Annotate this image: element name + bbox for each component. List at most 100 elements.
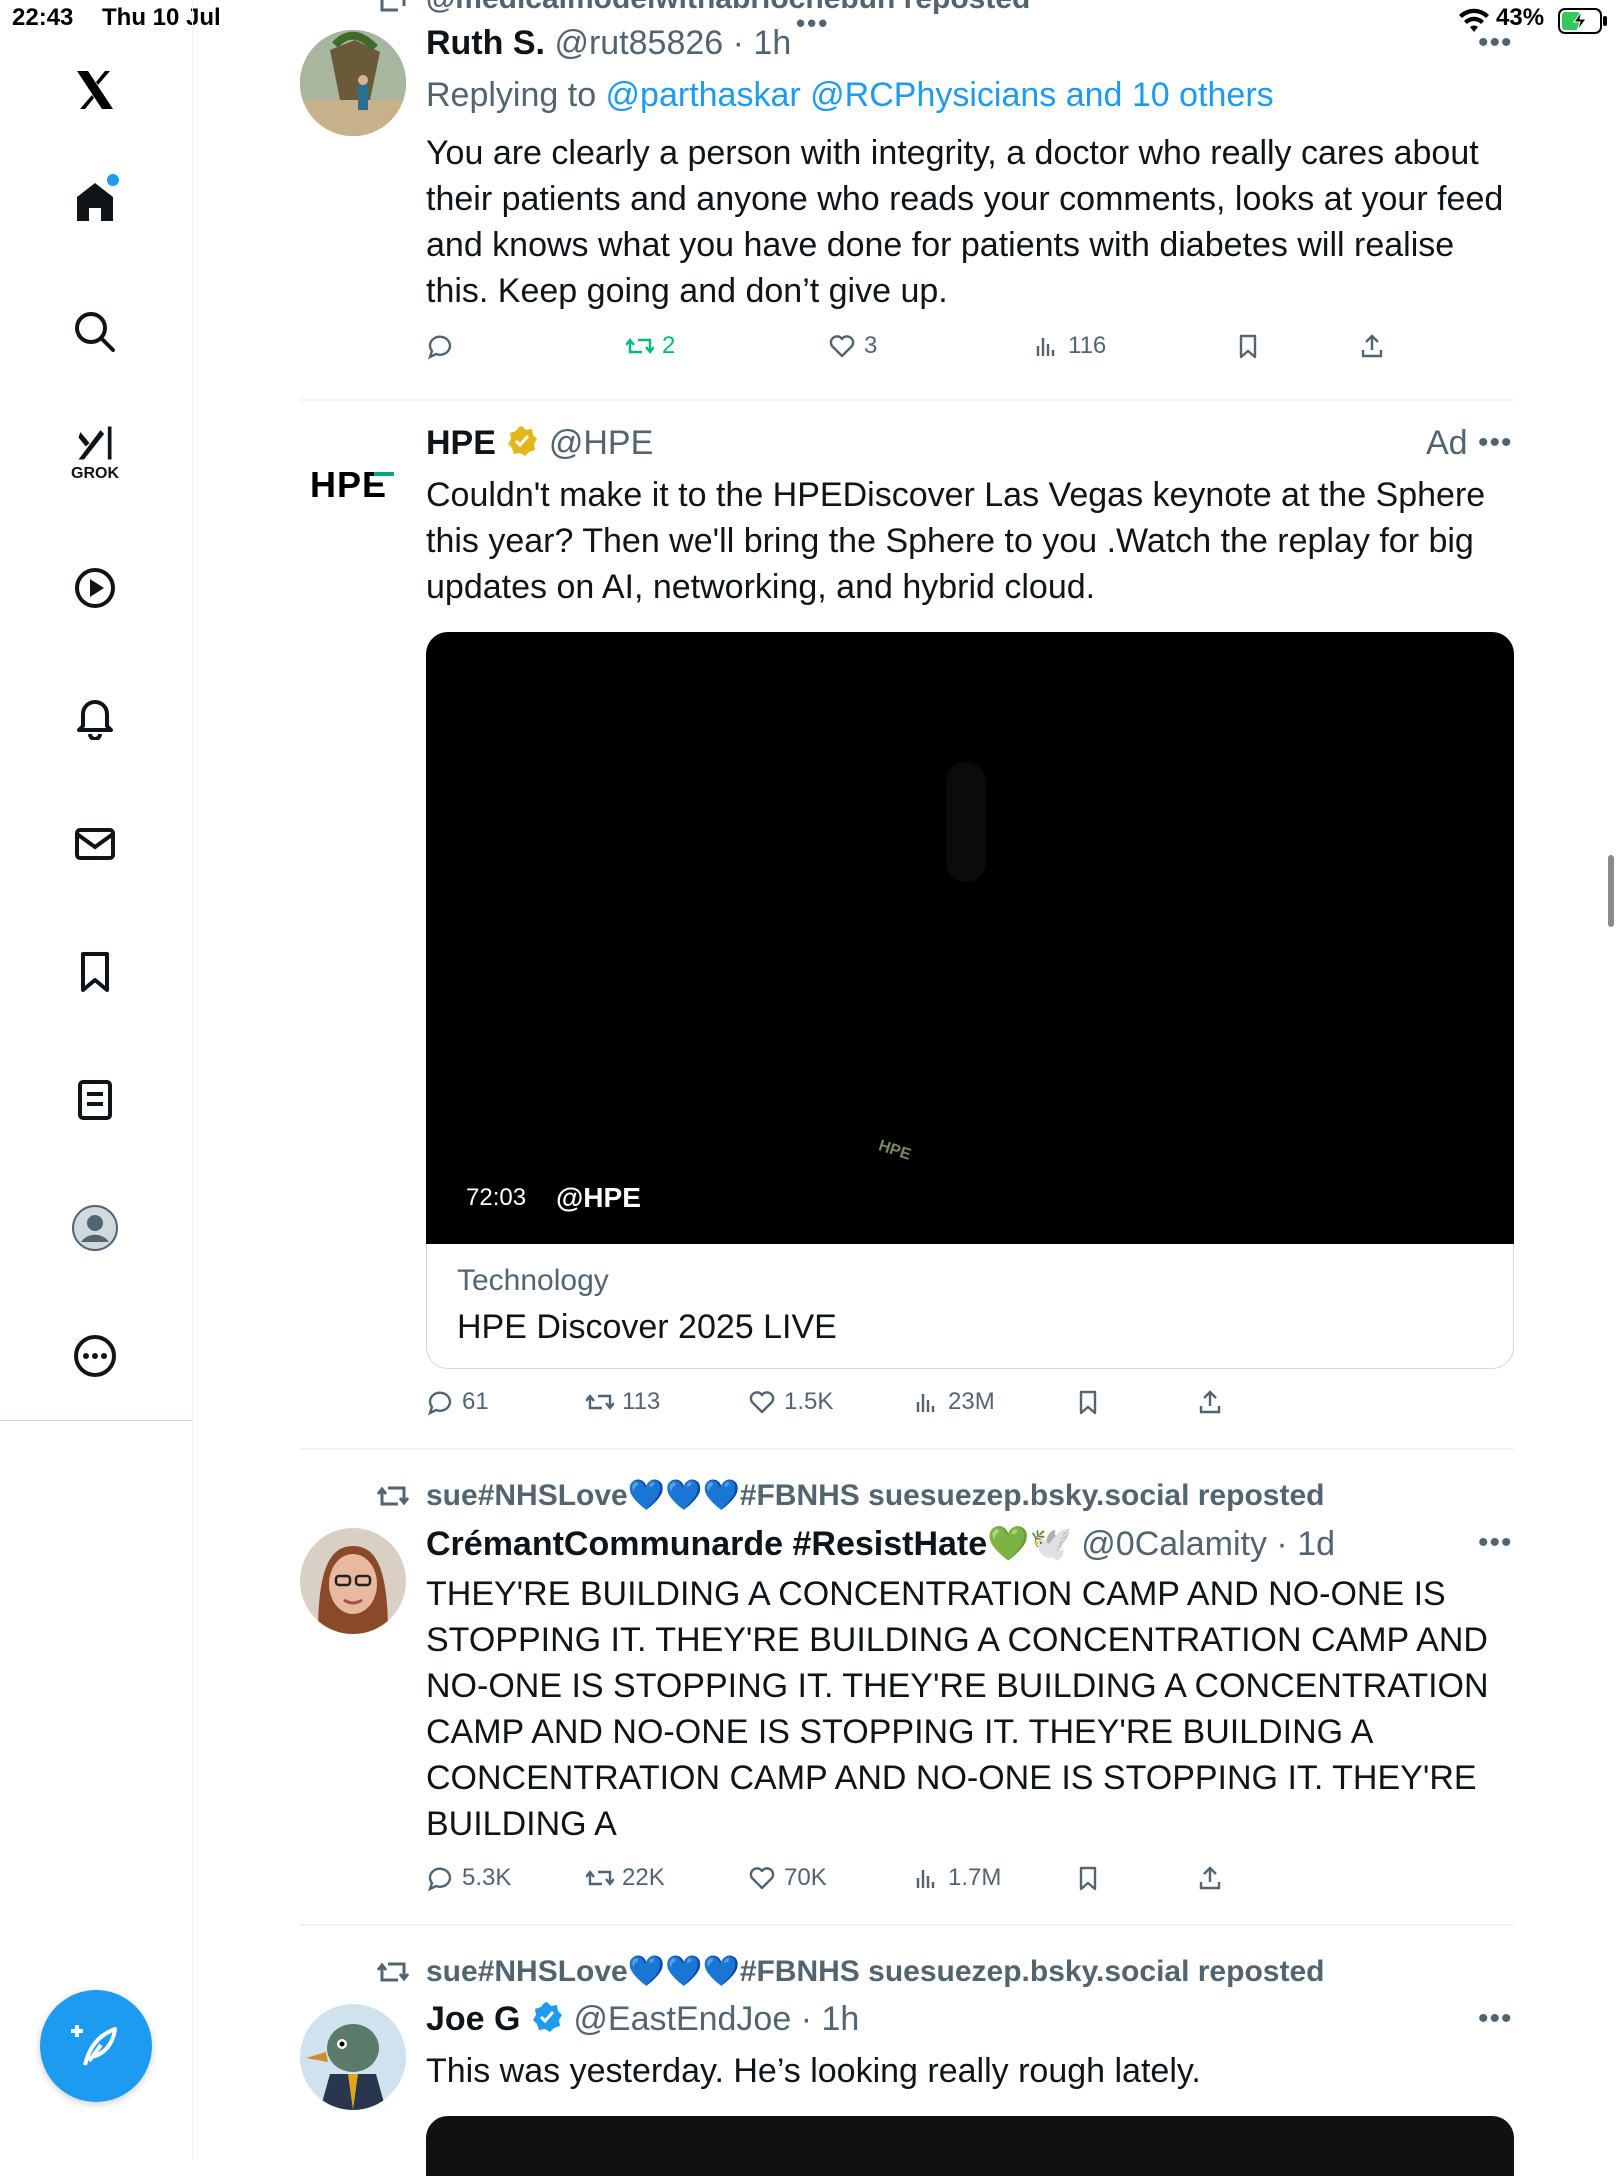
tweet3-author-name[interactable]: CrémantCommunarde #ResistHate💚🕊️ (426, 1525, 1072, 1563)
reply-count: 5.3K (462, 1864, 512, 1891)
share-icon (1199, 1866, 1221, 1890)
home-icon[interactable] (55, 162, 135, 242)
repost-icon (376, 1962, 410, 1982)
divider (300, 1448, 1514, 1450)
reply-count: 61 (462, 1388, 489, 1415)
tweet4-handle[interactable]: @EastEndJoe (573, 2000, 791, 2038)
avatar[interactable] (300, 1528, 406, 1634)
reply-button[interactable]: 5.3K (426, 1864, 511, 1892)
views-count: 116 (1068, 332, 1107, 359)
video-duration: 72:03 (466, 1184, 527, 1211)
tweet1-replying-to[interactable]: @parthaskar @RCPhysicians and 10 others (606, 76, 1274, 114)
bookmark-button[interactable] (1074, 1388, 1102, 1416)
profile-icon[interactable] (55, 1188, 135, 1268)
repost-icon (380, 0, 406, 12)
reply-icon (427, 335, 452, 360)
views-button[interactable]: 116 (1032, 332, 1106, 360)
bookmark-button[interactable] (1074, 1864, 1102, 1892)
tweet2-more-icon[interactable]: ••• (1478, 426, 1513, 460)
retweet-icon (626, 338, 654, 354)
search-icon[interactable] (55, 292, 135, 372)
top-repost-label: @medicalmodelwithabriochebun reposted (426, 0, 1030, 16)
like-button[interactable]: 3 (828, 332, 877, 360)
tweet2-author-name[interactable]: HPE (426, 424, 496, 462)
tweet1-handle[interactable]: @rut85826 (554, 24, 723, 62)
avatar[interactable] (300, 30, 406, 136)
messages-icon[interactable] (55, 804, 135, 884)
retweet-count: 22K (622, 1864, 665, 1891)
retweet-button[interactable]: 2 (626, 332, 675, 360)
video-figure (946, 762, 986, 882)
video-channel: @HPE (556, 1182, 641, 1213)
tweet3-dot: · (1266, 1525, 1298, 1563)
tweet4-more-icon[interactable]: ••• (1478, 2002, 1513, 2036)
tweet4-author-name[interactable]: Joe G (426, 2000, 520, 2038)
x-logo-icon[interactable] (55, 50, 135, 130)
heart-icon (829, 335, 855, 358)
avatar-photo (300, 1528, 406, 1634)
ad-label: Ad (1426, 424, 1468, 462)
more-icon[interactable] (55, 1316, 135, 1396)
views-button[interactable]: 23M (912, 1388, 995, 1416)
like-count: 1.5K (784, 1388, 834, 1415)
tweet1-header: Ruth S. @rut85826 · 1h (426, 24, 791, 63)
tweet3-more-icon[interactable]: ••• (1478, 1526, 1513, 1560)
reply-button[interactable]: 61 (426, 1388, 489, 1416)
tweet1-actions: 2 3 116 (426, 332, 1426, 372)
avatar-photo (300, 30, 406, 136)
tweet3-actions: 5.3K 22K 70K 1.7M (426, 1864, 1426, 1904)
verified-blue-icon (532, 2002, 562, 2032)
like-button[interactable]: 70K (748, 1864, 827, 1892)
compose-post-button[interactable] (40, 1990, 152, 2102)
share-button[interactable] (1196, 1864, 1224, 1892)
views-icon (1036, 338, 1055, 356)
bookmark-button[interactable] (1234, 332, 1262, 360)
heart-icon (749, 1391, 775, 1414)
media-preview[interactable] (426, 2116, 1514, 2176)
share-button[interactable] (1358, 332, 1386, 360)
retweet-button[interactable]: 22K (586, 1864, 665, 1892)
share-icon (1199, 1390, 1221, 1414)
views-count: 23M (948, 1388, 995, 1415)
like-button[interactable]: 1.5K (748, 1388, 833, 1416)
tweet3-handle[interactable]: @0Calamity (1081, 1525, 1267, 1563)
tweet1-text: You are clearly a person with integrity,… (426, 134, 1504, 310)
retweet-count: 113 (622, 1388, 661, 1415)
card-category: Technology (457, 1264, 609, 1297)
bookmarks-icon[interactable] (55, 932, 135, 1012)
tweet1-more-icon[interactable]: ••• (1478, 26, 1513, 60)
tweet1-author-name[interactable]: Ruth S. (426, 24, 545, 62)
sidebar-nav: GROK (0, 0, 193, 1421)
tweet2-handle[interactable]: @HPE (549, 424, 653, 462)
lists-icon[interactable] (55, 1060, 135, 1140)
reply-button[interactable] (426, 332, 462, 360)
retweet-count: 2 (662, 332, 676, 359)
hpe-logo[interactable]: HPE (310, 464, 387, 506)
views-icon (916, 1870, 935, 1888)
grok-label: GROK (71, 465, 119, 482)
views-button[interactable]: 1.7M (912, 1864, 1001, 1892)
home-badge (107, 174, 119, 186)
heart-icon (749, 1867, 775, 1890)
avatar[interactable] (300, 2004, 406, 2110)
link-card[interactable]: Technology HPE Discover 2025 LIVE (426, 1244, 1514, 1369)
tweet1-dot: · (723, 24, 754, 62)
divider (300, 1924, 1514, 1926)
grok-icon[interactable]: GROK (55, 412, 135, 492)
share-button[interactable] (1196, 1388, 1224, 1416)
tweet1-replying: Replying to @parthaskar @RCPhysicians an… (426, 76, 1274, 115)
bookmark-icon (1079, 1390, 1097, 1415)
tweet2-actions: 61 113 1.5K 23M (426, 1388, 1426, 1428)
tweet4-reposted-by[interactable]: sue#NHSLove💙💙💙#FBNHS suesuezep.bsky.soci… (426, 1954, 1324, 1989)
bookmark-icon (1239, 334, 1257, 359)
video-icon[interactable] (55, 548, 135, 628)
tweet4-time: 1h (821, 2000, 860, 2038)
notifications-icon[interactable] (55, 676, 135, 756)
card-title: HPE Discover 2025 LIVE (457, 1308, 837, 1346)
scrollbar[interactable] (1608, 855, 1614, 927)
retweet-button[interactable]: 113 (586, 1388, 660, 1416)
video-player[interactable]: HPE 72:03 @HPE (426, 632, 1514, 1244)
tweet3-reposted-by[interactable]: sue#NHSLove💙💙💙#FBNHS suesuezep.bsky.soci… (426, 1478, 1324, 1513)
battery-charging-icon (1558, 8, 1607, 34)
compose-feather-icon (71, 2025, 117, 2066)
